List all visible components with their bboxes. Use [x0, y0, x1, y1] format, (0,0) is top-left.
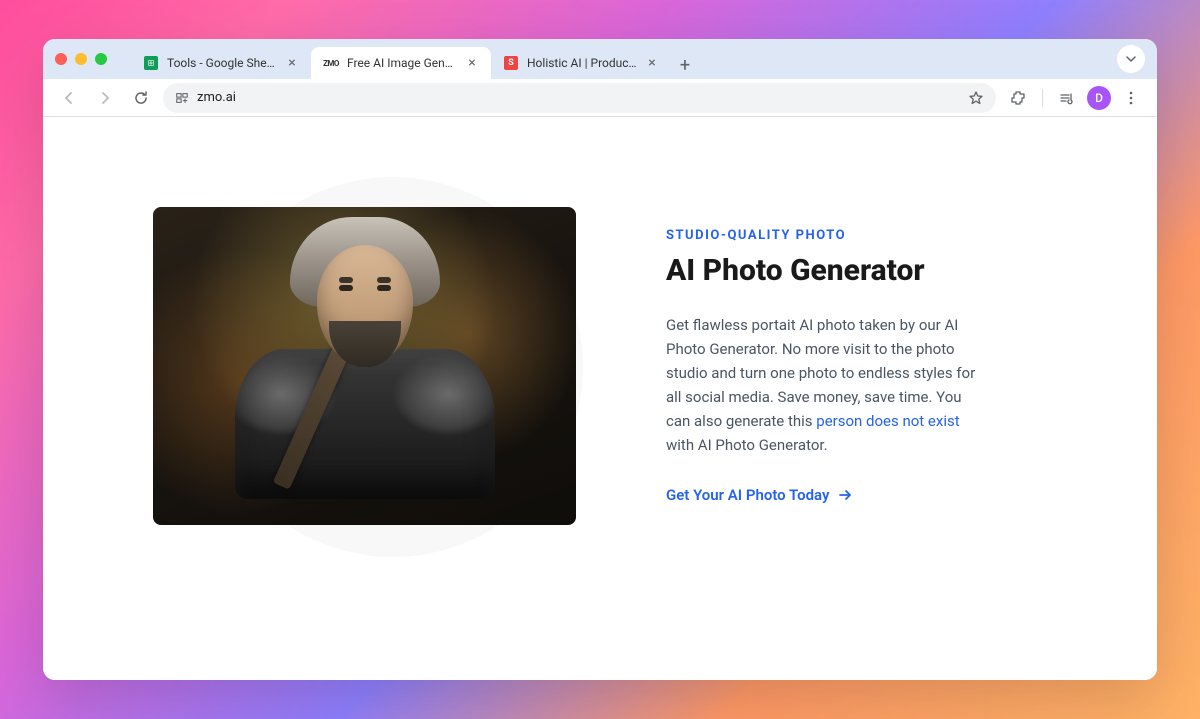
- tab-close-button[interactable]: ×: [645, 56, 659, 70]
- media-control-icon[interactable]: [1053, 84, 1081, 112]
- portrait-figure: [235, 217, 495, 499]
- tabs-container: Tools - Google Sheets × ZMO Free AI Imag…: [131, 39, 1109, 79]
- site-info-icon[interactable]: [175, 91, 189, 105]
- cta-label: Get Your AI Photo Today: [666, 486, 829, 504]
- url-text: zmo.ai: [197, 90, 960, 105]
- url-input[interactable]: zmo.ai: [163, 83, 996, 113]
- browser-window: Tools - Google Sheets × ZMO Free AI Imag…: [43, 39, 1157, 680]
- hero-description: Get flawless portait AI photo taken by o…: [666, 313, 976, 457]
- tab-google-sheets[interactable]: Tools - Google Sheets ×: [131, 47, 311, 79]
- hero-text: STUDIO-QUALITY PHOTO AI Photo Generator …: [666, 228, 976, 504]
- address-bar: zmo.ai D: [43, 79, 1157, 117]
- holistic-favicon-icon: S: [503, 55, 519, 71]
- forward-button[interactable]: [91, 84, 119, 112]
- person-does-not-exist-link[interactable]: person does not exist: [816, 412, 959, 430]
- tab-title: Holistic AI | Production: [527, 56, 637, 70]
- profile-avatar[interactable]: D: [1087, 86, 1111, 110]
- hero-image-container: [153, 207, 576, 525]
- description-text-end: with AI Photo Generator.: [666, 436, 828, 454]
- hero-portrait-image: [153, 207, 576, 525]
- cta-get-photo-link[interactable]: Get Your AI Photo Today: [666, 486, 853, 504]
- back-button[interactable]: [55, 84, 83, 112]
- tab-title: Free AI Image Generator To C: [347, 56, 457, 70]
- tab-holistic-ai[interactable]: S Holistic AI | Production ×: [491, 47, 671, 79]
- tab-title: Tools - Google Sheets: [167, 56, 277, 70]
- arrow-right-icon: [837, 487, 853, 503]
- toolbar-icons: D: [1004, 84, 1145, 112]
- window-minimize-button[interactable]: [75, 53, 87, 65]
- page-content: STUDIO-QUALITY PHOTO AI Photo Generator …: [43, 117, 1157, 680]
- window-controls: [55, 53, 107, 65]
- divider: [1042, 89, 1043, 107]
- reload-button[interactable]: [127, 84, 155, 112]
- eyebrow-label: STUDIO-QUALITY PHOTO: [666, 228, 976, 243]
- zmo-favicon-icon: ZMO: [323, 55, 339, 71]
- tab-close-button[interactable]: ×: [465, 56, 479, 70]
- tab-search-button[interactable]: [1117, 45, 1145, 73]
- window-close-button[interactable]: [55, 53, 67, 65]
- hero-section: STUDIO-QUALITY PHOTO AI Photo Generator …: [43, 117, 1157, 565]
- tab-close-button[interactable]: ×: [285, 56, 299, 70]
- bookmark-star-icon[interactable]: [968, 90, 984, 106]
- extensions-icon[interactable]: [1004, 84, 1032, 112]
- page-title: AI Photo Generator: [666, 253, 976, 289]
- sheets-favicon-icon: [143, 55, 159, 71]
- new-tab-button[interactable]: +: [671, 51, 699, 79]
- tab-bar: Tools - Google Sheets × ZMO Free AI Imag…: [43, 39, 1157, 79]
- menu-button[interactable]: [1117, 84, 1145, 112]
- window-maximize-button[interactable]: [95, 53, 107, 65]
- tab-zmo-ai[interactable]: ZMO Free AI Image Generator To C ×: [311, 47, 491, 79]
- profile-initial: D: [1095, 91, 1103, 105]
